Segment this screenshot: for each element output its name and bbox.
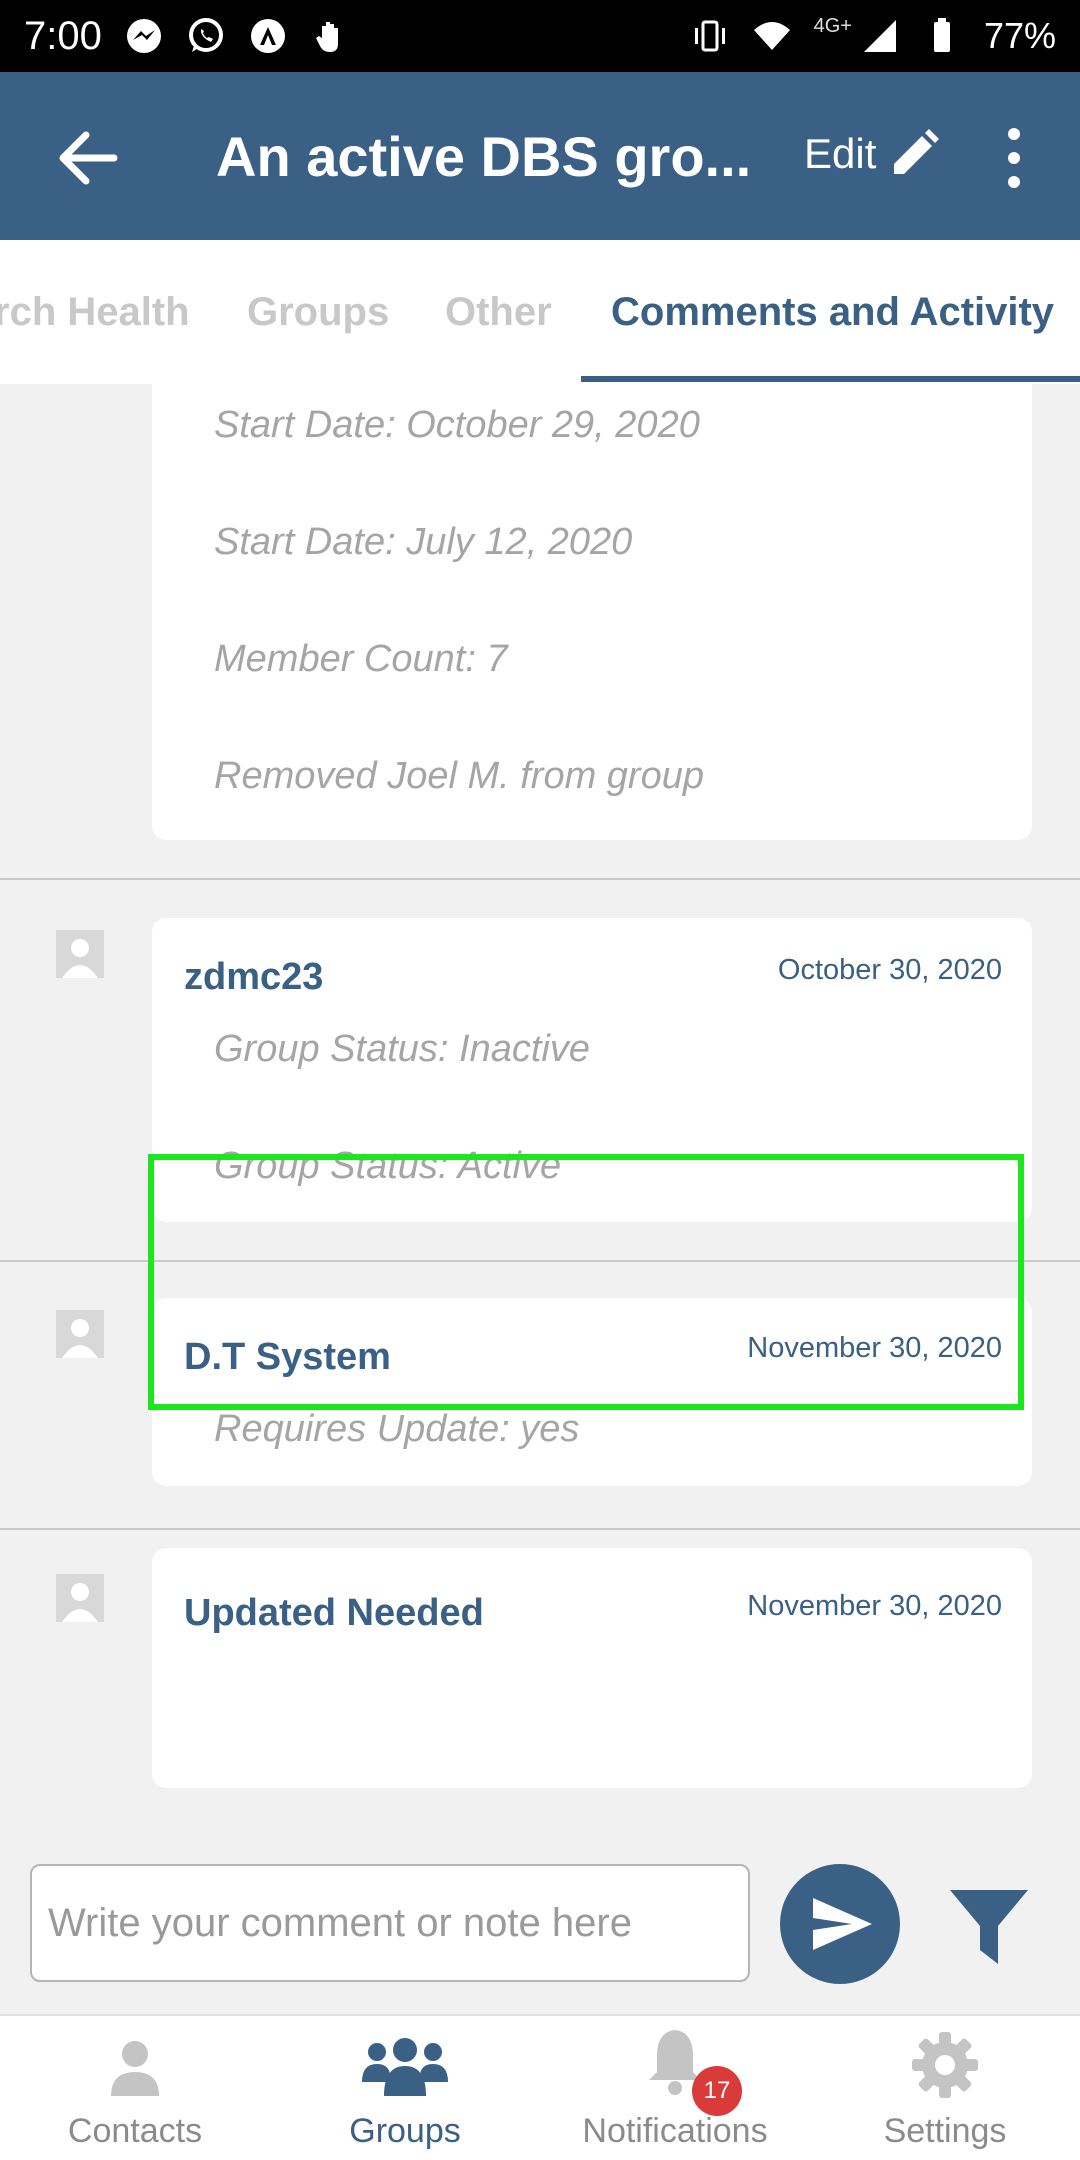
avatar xyxy=(56,930,104,978)
page-title: An active DBS gro... xyxy=(216,125,752,188)
bottom-nav: Contacts Groups 17 Notifications Setting… xyxy=(0,2014,1080,2160)
activity-line: Member Count: 7 xyxy=(214,638,508,680)
activity-line: Start Date: July 12, 2020 xyxy=(214,521,633,563)
messenger-icon xyxy=(126,19,161,53)
activity-card: Start Date: October 29, 2020 Start Date:… xyxy=(152,384,1032,840)
activity-entry: Updated Needed November 30, 2020 xyxy=(0,1530,1080,1830)
battery-percent: 77% xyxy=(983,15,1056,56)
app-a-icon xyxy=(250,19,285,53)
avatar xyxy=(56,1310,104,1358)
person-icon xyxy=(111,2041,159,2096)
activity-author: zdmc23 xyxy=(184,956,324,998)
nav-groups[interactable]: Groups xyxy=(270,2016,540,2160)
vibrate-icon xyxy=(694,20,725,52)
avatar xyxy=(56,1574,104,1622)
pencil-icon xyxy=(894,129,940,174)
activity-line: Start Date: October 29, 2020 xyxy=(214,404,700,446)
send-button[interactable] xyxy=(780,1864,900,1984)
hand-icon xyxy=(315,22,338,52)
nav-contacts[interactable]: Contacts xyxy=(0,2016,270,2160)
send-icon xyxy=(813,1898,872,1950)
activity-list[interactable]: Start Date: October 29, 2020 Start Date:… xyxy=(0,384,1080,1844)
tab-groups[interactable]: Groups xyxy=(247,290,389,335)
activity-line: Requires Update: yes xyxy=(214,1408,580,1450)
activity-date: October 30, 2020 xyxy=(777,954,1002,986)
app-bar: An active DBS gro... Edit xyxy=(0,72,1080,240)
nav-label: Settings xyxy=(883,2112,1007,2150)
activity-date: November 30, 2020 xyxy=(747,1590,1002,1622)
filter-icon[interactable] xyxy=(946,1884,1032,1970)
edit-button[interactable]: Edit xyxy=(804,126,942,182)
comment-input[interactable] xyxy=(30,1864,750,1982)
activity-line: Removed Joel M. from group xyxy=(214,755,704,797)
signal-icon xyxy=(863,20,896,52)
edit-label: Edit xyxy=(804,130,877,177)
tab-bar: rch Health Groups Other Comments and Act… xyxy=(0,240,1080,384)
wifi-icon xyxy=(753,22,790,50)
back-arrow-icon[interactable] xyxy=(52,122,124,194)
groups-icon xyxy=(362,2038,448,2096)
activity-author: Updated Needed xyxy=(184,1592,484,1634)
battery-icon xyxy=(933,18,950,52)
notification-badge: 17 xyxy=(692,2066,742,2116)
nav-notifications[interactable]: 17 Notifications xyxy=(540,2016,810,2160)
tab-church-health[interactable]: rch Health xyxy=(0,290,190,335)
gear-icon xyxy=(912,2032,978,2098)
nav-label: Notifications xyxy=(582,2112,768,2150)
activity-entry: Start Date: October 29, 2020 Start Date:… xyxy=(0,384,1080,880)
whatsapp-icon xyxy=(188,18,223,52)
highlight-box xyxy=(148,1154,1024,1410)
nav-label: Contacts xyxy=(67,2112,203,2150)
active-tab-indicator xyxy=(581,376,1080,382)
more-options-icon[interactable] xyxy=(992,126,1036,190)
tab-comments-activity[interactable]: Comments and Activity xyxy=(611,290,1054,335)
status-time: 7:00 xyxy=(24,13,102,58)
activity-card: Updated Needed November 30, 2020 xyxy=(152,1548,1032,1788)
activity-line: Group Status: Inactive xyxy=(214,1028,590,1070)
network-type: 4G+ xyxy=(813,14,852,37)
nav-label: Groups xyxy=(349,2112,461,2150)
tab-other[interactable]: Other xyxy=(445,290,552,335)
nav-settings[interactable]: Settings xyxy=(810,2016,1080,2160)
status-bar: 7:00 4G+ 77% xyxy=(0,0,1080,72)
